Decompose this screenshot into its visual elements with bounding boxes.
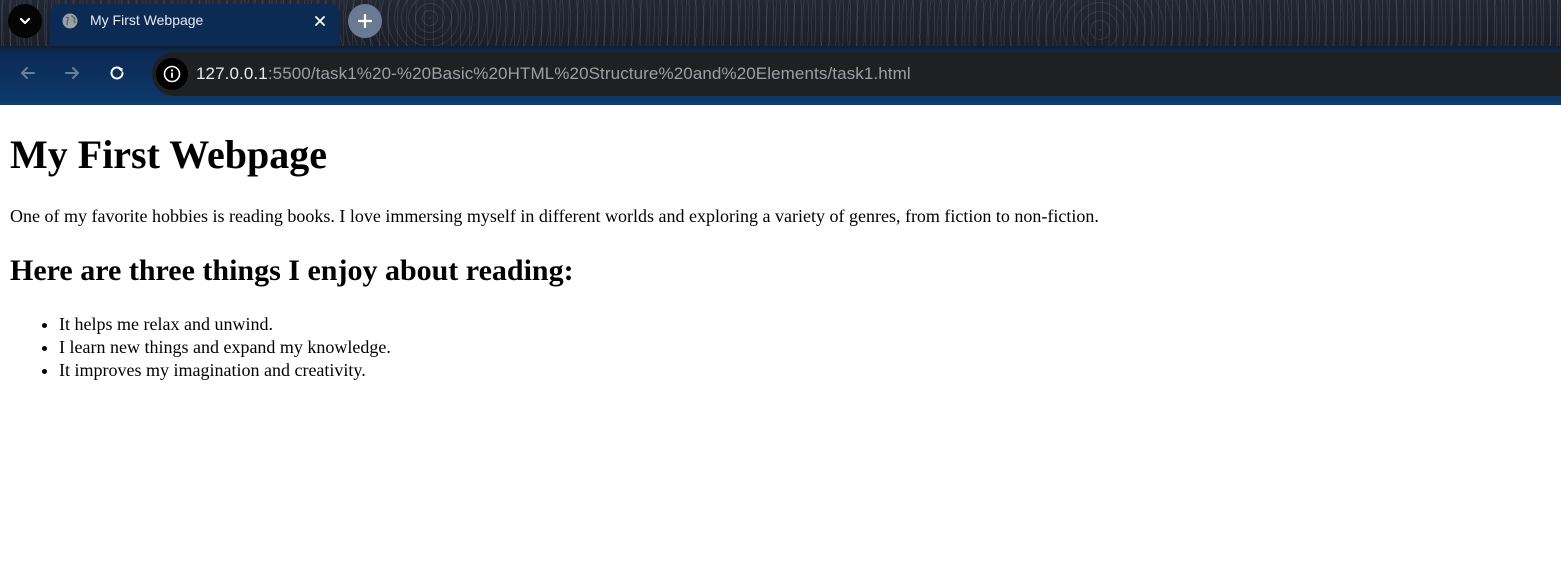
- list-item: I learn new things and expand my knowled…: [59, 336, 391, 359]
- reload-button[interactable]: [103, 59, 131, 87]
- site-info-button[interactable]: [156, 58, 188, 90]
- list-item: It helps me relax and unwind.: [59, 313, 391, 336]
- url-path: :5500/task1%20-%20Basic%20HTML%20Structu…: [267, 64, 911, 83]
- toolbar: 127.0.0.1:5500/task1%20-%20Basic%20HTML%…: [0, 46, 1561, 105]
- reload-icon: [110, 66, 124, 80]
- tab-search-button[interactable]: [8, 4, 42, 38]
- section-heading: Here are three things I enjoy about read…: [10, 254, 574, 287]
- tab-close-button[interactable]: [310, 11, 330, 31]
- back-button[interactable]: [14, 59, 42, 87]
- intro-paragraph: One of my favorite hobbies is reading bo…: [10, 206, 1099, 226]
- new-tab-button[interactable]: [348, 4, 382, 38]
- tab-title: My First Webpage: [90, 12, 204, 28]
- address-bar[interactable]: 127.0.0.1:5500/task1%20-%20Basic%20HTML%…: [152, 52, 1561, 96]
- close-icon: [315, 16, 325, 26]
- list-item: It improves my imagination and creativit…: [59, 359, 391, 382]
- url-text[interactable]: 127.0.0.1:5500/task1%20-%20Basic%20HTML%…: [196, 64, 911, 84]
- tab-strip: My First Webpage: [0, 0, 1561, 46]
- plus-icon: [357, 13, 373, 29]
- forward-arrow-icon: [65, 67, 79, 79]
- page-title: My First Webpage: [10, 132, 328, 177]
- globe-icon: [62, 13, 78, 29]
- reading-list: It helps me relax and unwind. I learn ne…: [10, 313, 391, 382]
- tab-my-first-webpage[interactable]: My First Webpage: [50, 4, 340, 46]
- back-arrow-icon: [21, 67, 35, 79]
- page-content: My First Webpage One of my favorite hobb…: [0, 105, 1561, 573]
- browser-chrome: My First Webpage 127.0.0.1:5500/task1%20…: [0, 0, 1561, 105]
- chevron-down-icon: [19, 17, 31, 25]
- info-icon: [163, 65, 181, 83]
- forward-button[interactable]: [58, 59, 86, 87]
- url-host: 127.0.0.1: [196, 64, 268, 83]
